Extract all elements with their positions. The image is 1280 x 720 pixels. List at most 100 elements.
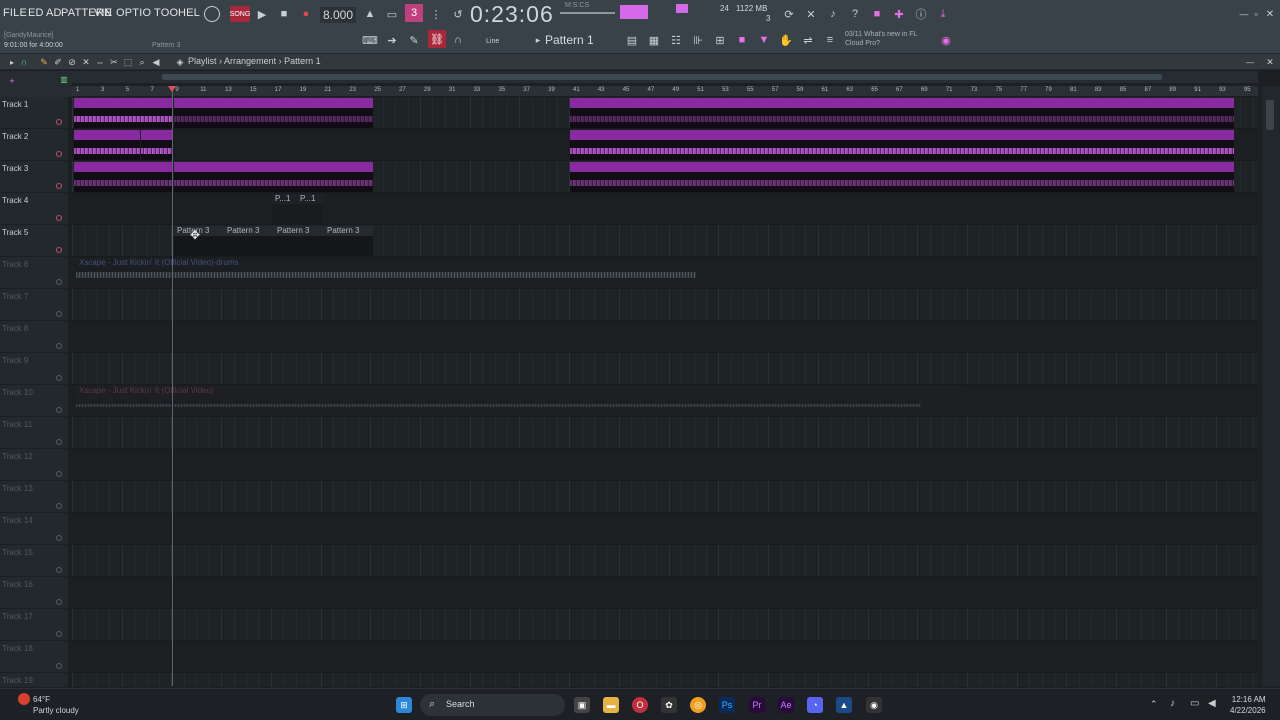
project-browser-icon[interactable]: ⇌ (800, 32, 816, 48)
track-mute-icon[interactable] (56, 215, 62, 221)
track-mute-icon[interactable] (56, 599, 62, 605)
help-icon[interactable]: ? (847, 6, 863, 22)
menu-edit[interactable]: ED (28, 7, 44, 19)
pattern-selector[interactable]: Pattern 1 (545, 33, 594, 47)
plugin-database-icon[interactable]: ■ (734, 32, 750, 48)
pencil-icon[interactable]: ✎ (406, 32, 422, 48)
tray-overflow-icon[interactable]: ⌃ (1150, 699, 1158, 710)
track-lane[interactable] (72, 449, 1258, 481)
track-mute-icon[interactable] (56, 471, 62, 477)
track-header[interactable]: Track 14 (0, 513, 68, 545)
script-output-icon[interactable]: ≡ (822, 32, 838, 48)
track-header[interactable]: Track 7 (0, 289, 68, 321)
track-mute-icon[interactable] (56, 407, 62, 413)
wait-input-icon[interactable]: ▭ (384, 6, 400, 22)
loop-record-icon[interactable]: ↺ (450, 6, 466, 22)
plugin-picker-icon[interactable]: ▼ (756, 32, 772, 48)
typing-keyboard-icon[interactable]: ⌨ (362, 32, 378, 48)
track-header[interactable]: Track 15 (0, 545, 68, 577)
magnet-icon[interactable]: ∩ (450, 32, 466, 48)
task-view-icon[interactable]: ▣ (574, 697, 590, 713)
track-lane[interactable] (72, 545, 1258, 577)
track-header[interactable]: Track 4 (0, 193, 68, 225)
timeline-ruler[interactable]: 1 3 5 7 9 11 13 15 17 19 21 23 25 27 29 31 33 35 37 39 41 43 4… (72, 86, 1258, 97)
record-button[interactable]: ● (298, 6, 314, 22)
track-mute-icon[interactable] (56, 119, 62, 125)
channel-rack-icon[interactable]: ▦ (646, 32, 662, 48)
track-mute-icon[interactable] (56, 311, 62, 317)
breadcrumb-pattern[interactable]: Pattern 1 (284, 56, 321, 66)
weather-icon[interactable] (18, 693, 30, 705)
metronome-icon[interactable]: ▲ (362, 6, 378, 22)
browser-icon[interactable]: ⊞ (712, 32, 728, 48)
horizontal-scrollbar[interactable] (72, 71, 1258, 83)
close-icon[interactable]: ✕ (1262, 6, 1278, 22)
windows-start-icon[interactable]: ⊞ (396, 697, 412, 713)
track-header[interactable]: Track 16 (0, 577, 68, 609)
play-button[interactable]: ▶ (254, 6, 270, 22)
vertical-scrollbar[interactable] (1262, 86, 1280, 686)
fl-studio-icon[interactable]: ✿ (661, 697, 677, 713)
opera-icon[interactable]: O (632, 697, 648, 713)
time-display[interactable]: 0:23:06 (470, 1, 554, 28)
menu-tools[interactable]: TOO (154, 7, 178, 19)
info-icon[interactable]: ⓘ (913, 6, 929, 22)
track-mute-icon[interactable] (56, 439, 62, 445)
mic-tray-icon[interactable]: ♪ (1170, 698, 1175, 709)
menu-view[interactable]: VIE (94, 7, 112, 19)
playlist-minimize-icon[interactable]: — (1242, 54, 1258, 70)
volume-icon[interactable]: ◀ (1208, 698, 1216, 709)
track-header[interactable]: Track 10 (0, 385, 68, 417)
save-icon[interactable]: ■ (869, 6, 885, 22)
mixer-icon[interactable]: ⊪ (690, 32, 706, 48)
system-clock[interactable]: 12:16 AM 4/22/2026 (1230, 694, 1266, 716)
news-panel[interactable]: 03/11 What's new in FL Cloud Pro? (845, 30, 917, 48)
track-lane[interactable] (72, 129, 1258, 161)
track-header[interactable]: Track 9 (0, 353, 68, 385)
breadcrumb-playlist[interactable]: Playlist (188, 56, 217, 66)
playhead-marker[interactable] (168, 86, 176, 92)
playlist-close-icon[interactable]: ✕ (1262, 54, 1278, 70)
discord-icon[interactable]: ◔ (807, 697, 823, 713)
track-header[interactable]: Track 12 (0, 449, 68, 481)
track-header[interactable]: Track 18 (0, 641, 68, 673)
playlist-icon[interactable]: ▤ (624, 32, 640, 48)
app-icon[interactable]: ▲ (836, 697, 852, 713)
track-mute-icon[interactable] (56, 343, 62, 349)
link-icon[interactable]: ⛓ (428, 30, 446, 48)
download-icon[interactable]: ⤓ (935, 6, 951, 22)
stop-button[interactable]: ■ (276, 6, 292, 22)
countdown-icon[interactable]: 3 (405, 4, 423, 22)
track-lane[interactable] (72, 641, 1258, 673)
track-mute-icon[interactable] (56, 567, 62, 573)
track-lane[interactable] (72, 193, 1258, 225)
scrollbar-thumb[interactable] (162, 74, 1162, 80)
menu-add[interactable]: AD (46, 7, 62, 19)
track-mute-icon[interactable] (56, 503, 62, 509)
master-volume-slider[interactable] (560, 12, 615, 14)
menu-help[interactable]: HEL (178, 7, 200, 19)
pat-song-toggle[interactable] (204, 6, 220, 22)
menu-file[interactable]: FILE (3, 7, 27, 19)
piano-roll-icon[interactable]: ☷ (668, 32, 684, 48)
photoshop-icon[interactable]: Ps (719, 697, 735, 713)
track-header[interactable]: Track 2 (0, 129, 68, 161)
track-filter-icon[interactable]: ▥ (56, 71, 72, 87)
track-mute-icon[interactable] (56, 151, 62, 157)
track-header[interactable]: Track 1 (0, 97, 68, 129)
track-lane[interactable] (72, 161, 1258, 193)
track-mute-icon[interactable] (56, 183, 62, 189)
track-lane[interactable] (72, 481, 1258, 513)
track-header[interactable]: Track 6 (0, 257, 68, 289)
pattern-prev-icon[interactable]: ▸ (530, 32, 546, 48)
track-lane[interactable] (72, 353, 1258, 385)
track-header[interactable]: Track 11 (0, 417, 68, 449)
refresh-icon[interactable]: ⟳ (781, 6, 797, 22)
premiere-icon[interactable]: Pr (749, 697, 765, 713)
file-explorer-icon[interactable]: ▬ (603, 697, 619, 713)
chrome-icon[interactable]: ◎ (690, 697, 706, 713)
track-mute-icon[interactable] (56, 247, 62, 253)
step-edit-icon[interactable]: ⋮ (428, 6, 444, 22)
snap-value[interactable]: Line (486, 38, 499, 45)
obs-icon[interactable]: ◉ (866, 697, 882, 713)
